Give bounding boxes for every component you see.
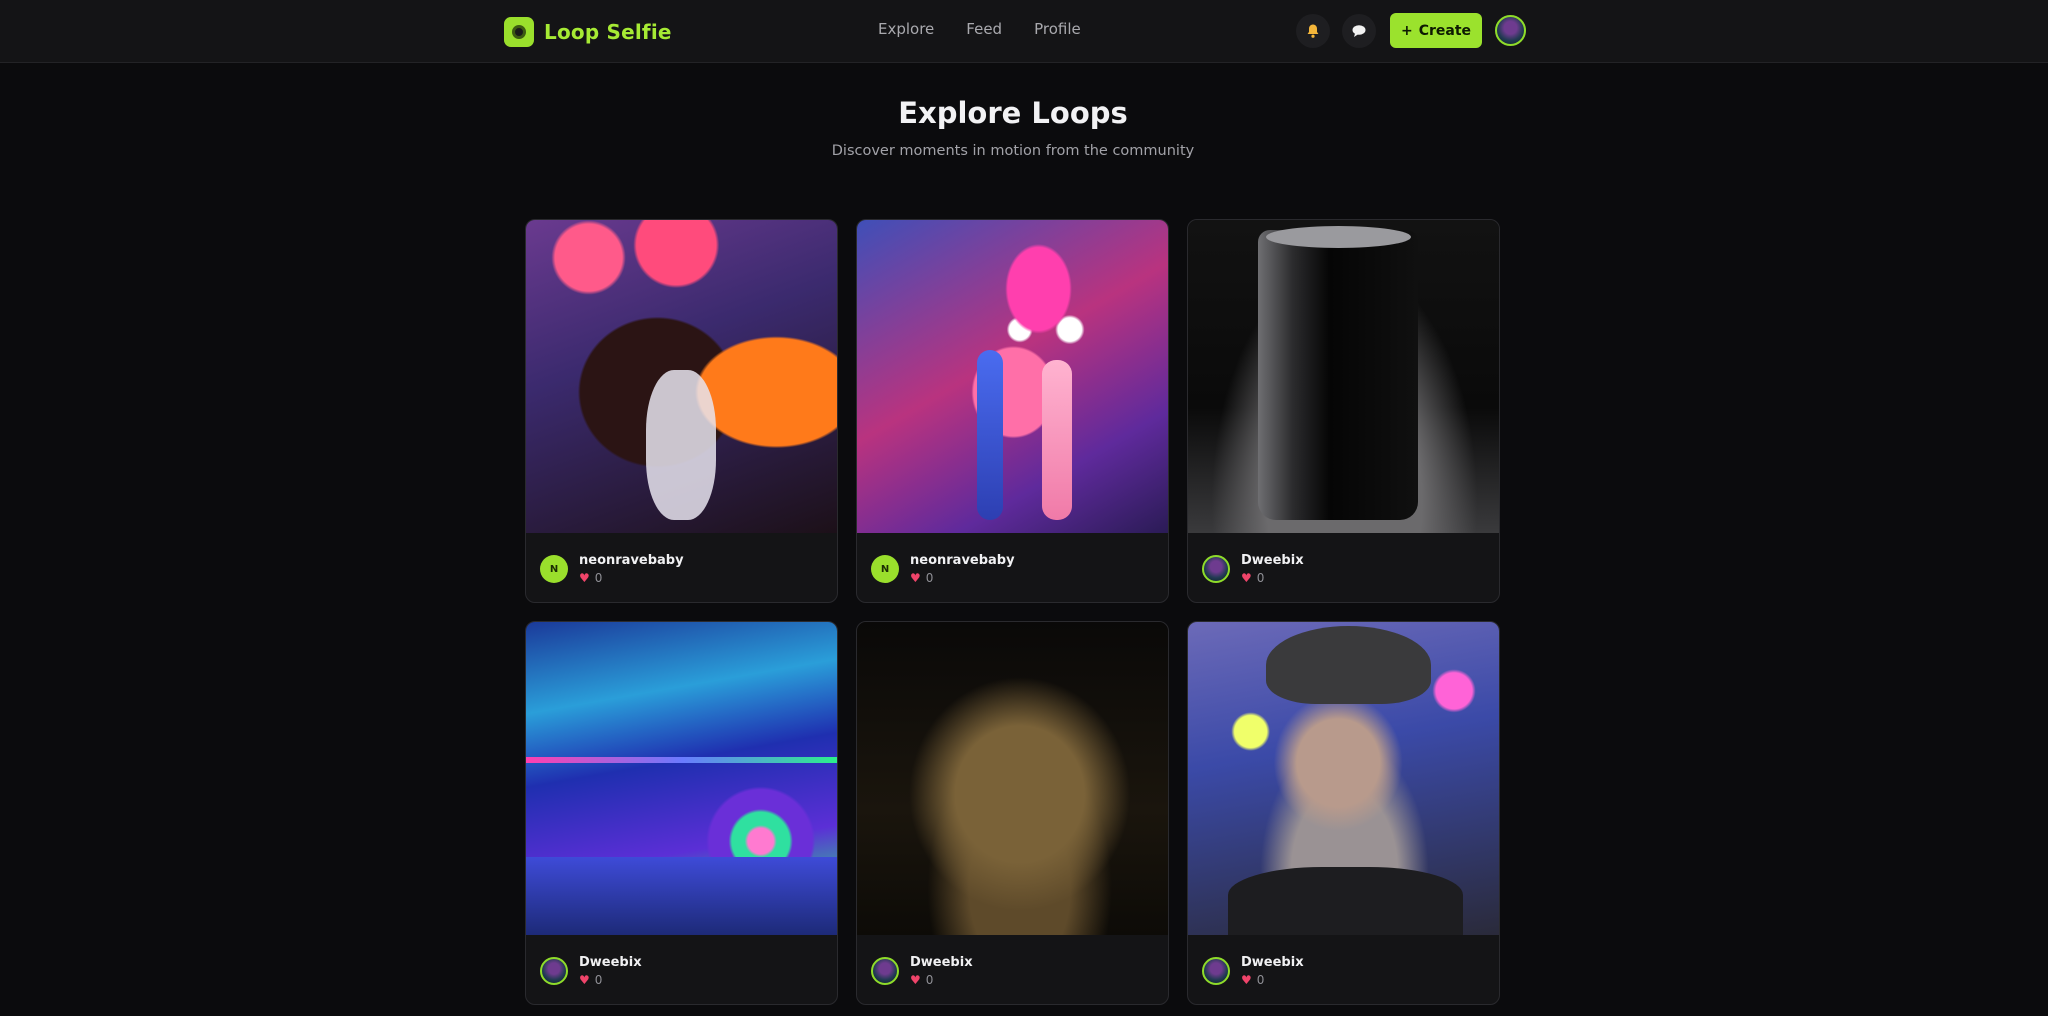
like-count[interactable]: ♥ 0	[579, 571, 602, 585]
messages-button[interactable]	[1342, 13, 1376, 48]
like-count[interactable]: ♥ 0	[1241, 571, 1264, 585]
nav-explore[interactable]: Explore	[878, 20, 934, 38]
author-avatar[interactable]	[1202, 957, 1230, 985]
author-avatar[interactable]	[871, 957, 899, 985]
like-count-value: 0	[1256, 973, 1265, 987]
heart-icon: ♥	[1241, 973, 1252, 987]
loop-thumbnail[interactable]	[1188, 220, 1499, 533]
loop-card[interactable]: N neonravebaby ♥ 0	[525, 219, 838, 603]
heart-icon: ♥	[579, 571, 590, 585]
heart-icon: ♥	[1241, 571, 1252, 585]
loop-card[interactable]: Dweebix ♥ 0	[856, 621, 1169, 1005]
loop-card-footer: N neonravebaby ♥ 0	[526, 533, 837, 602]
author-name[interactable]: neonravebaby	[910, 553, 1015, 568]
author-avatar[interactable]	[540, 957, 568, 985]
top-navigation-bar: Loop Selfie Explore Feed Profile + Creat…	[0, 0, 2048, 63]
author-name[interactable]: Dweebix	[1241, 955, 1304, 970]
like-count-value: 0	[594, 571, 603, 585]
loop-card-footer: N neonravebaby ♥ 0	[857, 533, 1168, 602]
camera-lens-icon	[504, 16, 534, 47]
loop-thumbnail[interactable]	[526, 220, 837, 533]
author-name[interactable]: Dweebix	[1241, 553, 1304, 568]
create-button-label: Create	[1418, 22, 1472, 39]
like-count[interactable]: ♥ 0	[910, 571, 933, 585]
like-count[interactable]: ♥ 0	[910, 973, 933, 987]
loop-card-footer: Dweebix ♥ 0	[1188, 533, 1499, 602]
main-nav: Explore Feed Profile	[878, 20, 1081, 38]
page-subtitle: Discover moments in motion from the comm…	[831, 143, 1195, 159]
create-button[interactable]: + Create	[1390, 13, 1482, 48]
author-name[interactable]: Dweebix	[579, 955, 642, 970]
author-avatar[interactable]: N	[871, 555, 899, 583]
chat-bubble-icon	[1352, 24, 1366, 37]
bell-icon	[1307, 24, 1319, 38]
like-count-value: 0	[1256, 571, 1265, 585]
like-count-value: 0	[594, 973, 603, 987]
loop-thumbnail[interactable]	[526, 622, 837, 935]
nav-profile[interactable]: Profile	[1034, 20, 1081, 38]
like-count-value: 0	[925, 973, 934, 987]
loop-thumbnail[interactable]	[857, 220, 1168, 533]
loop-card-footer: Dweebix ♥ 0	[526, 935, 837, 1004]
heart-icon: ♥	[910, 571, 921, 585]
author-avatar[interactable]	[1202, 555, 1230, 583]
like-count[interactable]: ♥ 0	[1241, 973, 1264, 987]
loops-grid: N neonravebaby ♥ 0 N neonravebaby ♥ 0 Dw…	[525, 219, 1502, 1005]
author-avatar[interactable]: N	[540, 555, 568, 583]
like-count-value: 0	[925, 571, 934, 585]
user-avatar[interactable]	[1495, 15, 1526, 46]
nav-feed[interactable]: Feed	[966, 20, 1002, 38]
loop-card[interactable]: Dweebix ♥ 0	[1187, 621, 1500, 1005]
loop-card[interactable]: Dweebix ♥ 0	[1187, 219, 1500, 603]
notifications-button[interactable]	[1296, 13, 1330, 48]
brand-name: Loop Selfie	[544, 19, 672, 44]
brand-logo-link[interactable]: Loop Selfie	[504, 16, 672, 47]
loop-card-footer: Dweebix ♥ 0	[1188, 935, 1499, 1004]
author-name[interactable]: Dweebix	[910, 955, 973, 970]
loop-thumbnail[interactable]	[857, 622, 1168, 935]
loop-card-footer: Dweebix ♥ 0	[857, 935, 1168, 1004]
page-title: Explore Loops	[898, 96, 1128, 130]
heart-icon: ♥	[910, 973, 921, 987]
heart-icon: ♥	[579, 973, 590, 987]
loop-card[interactable]: Dweebix ♥ 0	[525, 621, 838, 1005]
loop-thumbnail[interactable]	[1188, 622, 1499, 935]
author-name[interactable]: neonravebaby	[579, 553, 684, 568]
header-actions: + Create	[1296, 13, 1526, 48]
plus-icon: +	[1400, 22, 1413, 39]
like-count[interactable]: ♥ 0	[579, 973, 602, 987]
loop-card[interactable]: N neonravebaby ♥ 0	[856, 219, 1169, 603]
